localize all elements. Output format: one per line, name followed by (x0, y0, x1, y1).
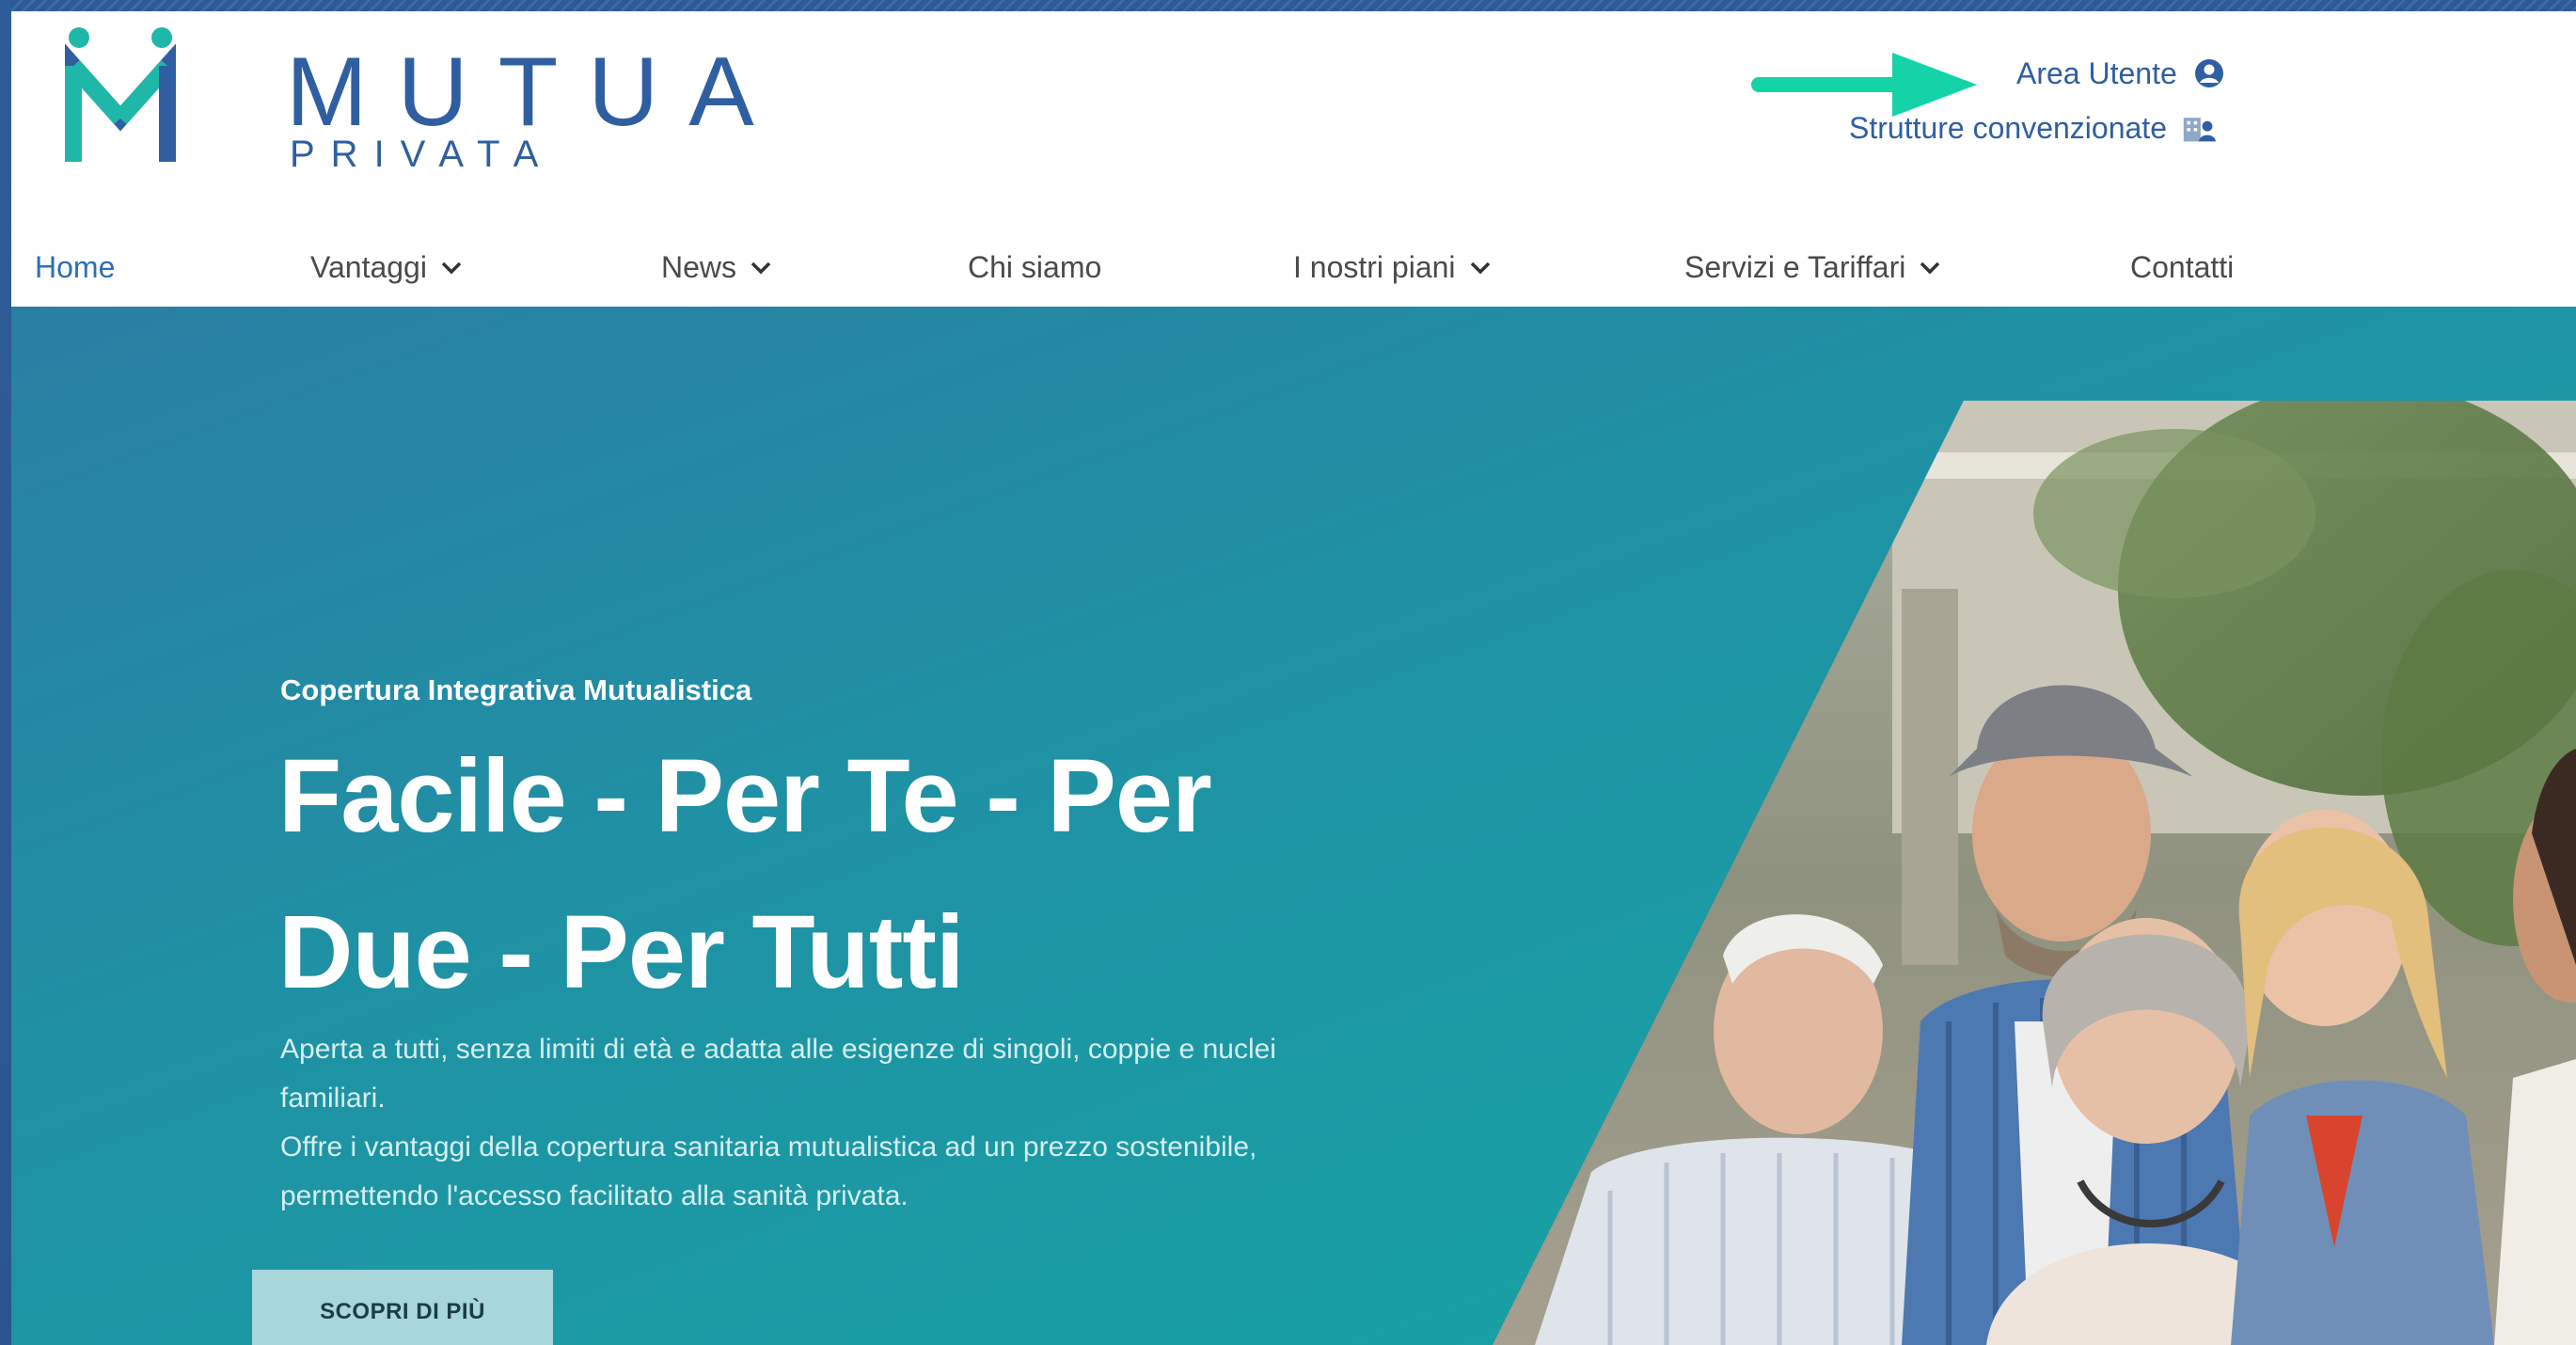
building-user-icon (2183, 118, 2216, 142)
nav-item-label: Chi siamo (968, 250, 1102, 284)
chevron-down-icon (751, 261, 771, 274)
chevron-down-icon (1470, 261, 1490, 274)
nav-item-label: Servizi e Tariffari (1684, 250, 1906, 284)
nav-item-contatti[interactable]: Contatti (2130, 250, 2234, 285)
brand-subtitle: PRIVATA (290, 134, 555, 175)
hero-description: Aperta a tutti, senza limiti di età e ad… (280, 1025, 1315, 1221)
nav-item-chi-siamo[interactable]: Chi siamo (968, 250, 1101, 285)
site-logo[interactable]: MUTUA PRIVATA (53, 23, 754, 182)
nav-item-vantaggi[interactable]: Vantaggi (310, 250, 463, 285)
hero-paragraph-2: Offre i vantaggi della copertura sanitar… (280, 1131, 1257, 1211)
main-navigation: Home Vantaggi News Chi siamo I nostri pi… (11, 231, 2576, 307)
chevron-down-icon (441, 261, 462, 274)
hero-title: Facile - Per Te - Per Due - Per Tutti (278, 719, 1407, 1031)
nav-item-label: Contatti (2130, 250, 2235, 284)
window-frame-left (0, 0, 11, 1345)
hero-eyebrow: Copertura Integrativa Mutualistica (280, 673, 752, 706)
scopri-di-piu-button[interactable]: SCOPRI DI PIÙ (252, 1270, 553, 1345)
strutture-label: Strutture convenzionate (1849, 111, 2167, 145)
chevron-down-icon (1920, 261, 1940, 274)
brand-name: MUTUA (286, 38, 784, 147)
user-circle-icon (2194, 59, 2223, 87)
window-frame-top (0, 0, 2576, 11)
hero-paragraph-1: Aperta a tutti, senza limiti di età e ad… (280, 1034, 1276, 1114)
nav-item-i-nostri-piani[interactable]: I nostri piani (1293, 250, 1492, 285)
nav-item-servizi-tariffari[interactable]: Servizi e Tariffari (1684, 250, 1941, 285)
site-header: MUTUA PRIVATA Area Utente Strutture conv… (11, 11, 2576, 307)
nav-item-home[interactable]: Home (35, 250, 115, 285)
area-utente-label: Area Utente (2016, 56, 2177, 90)
strutture-convenzionate-link[interactable]: Strutture convenzionate (1849, 111, 2216, 145)
nav-item-label: Home (35, 250, 116, 284)
nav-item-label: News (661, 250, 737, 284)
logo-mark-icon (65, 27, 176, 162)
hero-section: Copertura Integrativa Mutualistica Facil… (11, 307, 2576, 1345)
nav-item-label: I nostri piani (1293, 250, 1456, 284)
nav-item-news[interactable]: News (661, 250, 772, 285)
hero-title-line1: Facile - Per Te - Per (278, 738, 1212, 854)
hero-title-line2: Due - Per Tutti (278, 894, 965, 1010)
nav-item-label: Vantaggi (310, 250, 427, 284)
area-utente-link[interactable]: Area Utente (2016, 56, 2226, 90)
